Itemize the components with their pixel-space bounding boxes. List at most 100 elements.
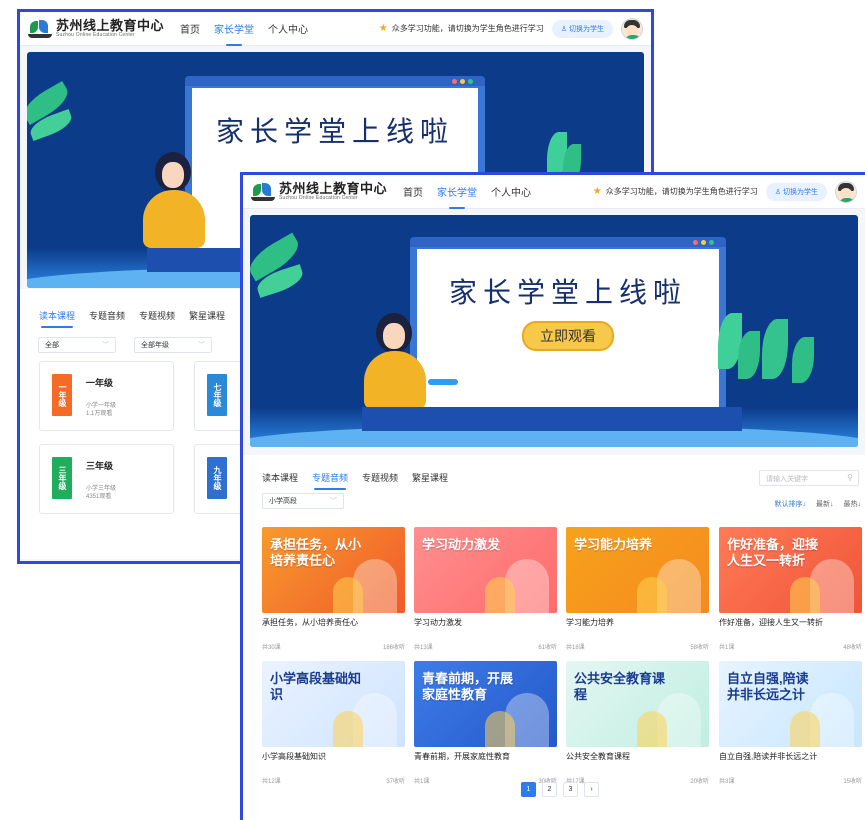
header: 苏州线上教育中心 Suzhou Online Education Center …: [20, 12, 651, 46]
tab-topic-audio[interactable]: 专题音频: [89, 309, 125, 326]
person-illustration: [637, 577, 667, 613]
switch-to-student-button[interactable]: ♙ 切换为学生: [551, 19, 613, 38]
tab-reading-courses[interactable]: 读本课程: [39, 309, 75, 328]
course-title[interactable]: 作好准备，迎接人生又一转折: [719, 617, 862, 628]
role-notice: ★ 众多学习功能，请切换为学生角色进行学习: [378, 23, 544, 34]
course-thumbnail[interactable]: 学习动力激发: [414, 527, 557, 613]
course-title[interactable]: 学习能力培养: [566, 617, 709, 628]
course-tabs: 读本课程 专题音频 专题视频 繁星课程: [243, 471, 467, 490]
course-card[interactable]: 小学高段基础知识 小学高段基础知识 共12课 37收听: [262, 661, 405, 785]
course-title[interactable]: 自立自强,陪读并非长远之计: [719, 751, 862, 762]
nav-personal-center[interactable]: 个人中心: [268, 17, 308, 40]
thumbnail-title: 公共安全教育课程: [574, 671, 666, 702]
course-title[interactable]: 承担任务，从小培养责任心: [262, 617, 405, 628]
thumbnail-title: 青春前期，开展家庭性教育: [422, 671, 514, 702]
course-thumbnail[interactable]: 作好准备，迎接人生又一转折: [719, 527, 862, 613]
course-thumbnail[interactable]: 公共安全教育课程: [566, 661, 709, 747]
course-tabs: 读本课程 专题音频 专题视频 繁星课程: [20, 309, 244, 328]
course-title[interactable]: 青春前期，开展家庭性教育: [414, 751, 557, 762]
course-card[interactable]: 承担任务，从小培养责任心 承担任务，从小培养责任心 共30课 186收听: [262, 527, 405, 651]
course-thumbnail[interactable]: 小学高段基础知识: [262, 661, 405, 747]
course-thumbnail[interactable]: 学习能力培养: [566, 527, 709, 613]
grade-name: 三年级: [86, 461, 114, 471]
grade-select[interactable]: 全部年级 ﹀: [134, 337, 212, 353]
tab-star-courses[interactable]: 繁星课程: [412, 471, 448, 488]
lesson-count: 共3课: [719, 779, 735, 785]
tab-star-courses[interactable]: 繁星课程: [189, 309, 225, 326]
course-thumbnail[interactable]: 青春前期，开展家庭性教育: [414, 661, 557, 747]
grade-card[interactable]: 三年级 三年级 小学三年级 4351观看: [39, 444, 174, 514]
course-card[interactable]: 作好准备，迎接人生又一转折 作好准备，迎接人生又一转折 共1课 48收听: [719, 527, 862, 651]
grade-cover: 一年级: [52, 374, 72, 416]
tab-topic-audio[interactable]: 专题音频: [312, 471, 348, 490]
front-window: 苏州线上教育中心 Suzhou Online Education Center …: [240, 172, 865, 820]
desk-illustration: [362, 407, 742, 431]
watch-now-button[interactable]: 立即观看: [522, 321, 614, 351]
next-page-button[interactable]: ›: [584, 782, 599, 797]
avatar[interactable]: [835, 180, 857, 203]
switch-to-student-button[interactable]: ♙ 切换为学生: [765, 182, 827, 201]
sort-hottest[interactable]: 最热↓: [844, 499, 862, 509]
search-input[interactable]: 请输入关键字 ⚲: [759, 470, 859, 486]
logo-title: 苏州线上教育中心: [279, 181, 388, 196]
course-card[interactable]: 学习能力培养 学习能力培养 共18课 58收听: [566, 527, 709, 651]
person-illustration: [485, 577, 515, 613]
sort-newest[interactable]: 最新↓: [816, 499, 834, 509]
lesson-count: 共18课: [566, 645, 585, 651]
course-section: 读本课程 专题音频 专题视频 繁星课程 请输入关键字 ⚲ 小学高段 ﹀ 默认排序↓…: [243, 455, 865, 820]
course-card[interactable]: 青春前期，开展家庭性教育青春前期，开展家庭性教育共1课30收听: [414, 661, 557, 785]
course-card[interactable]: 学习动力激发 学习动力激发 共13课 61收听: [414, 527, 557, 651]
nav-home[interactable]: 首页: [403, 180, 423, 203]
person-illustration: [333, 577, 363, 613]
course-card[interactable]: 公共安全教育课程公共安全教育课程共17课20收听: [566, 661, 709, 785]
page-1-button[interactable]: 1: [521, 782, 536, 797]
thumbnail-title: 学习动力激发: [422, 537, 501, 552]
banner[interactable]: 家长学堂上线啦 立即观看: [250, 215, 858, 447]
person-illustration: [790, 711, 820, 747]
page-3-button[interactable]: 3: [563, 782, 578, 797]
chevron-down-icon: ﹀: [198, 342, 205, 349]
grade-select[interactable]: 小学高段 ﹀: [262, 493, 344, 509]
course-title[interactable]: 小学高段基础知识: [262, 751, 405, 762]
sort-options: 默认排序↓ 最新↓ 最热↓: [775, 499, 862, 509]
page-2-button[interactable]: 2: [542, 782, 557, 797]
course-thumbnail[interactable]: 自立自强,陪读并非长远之计: [719, 661, 862, 747]
course-title[interactable]: 学习动力激发: [414, 617, 557, 628]
thumbnail-title: 作好准备，迎接人生又一转折: [727, 537, 819, 568]
avatar[interactable]: [621, 17, 643, 40]
grade-name: 一年级: [86, 378, 114, 388]
sort-default[interactable]: 默认排序↓: [775, 499, 807, 509]
main-nav: 首页 家长学堂 个人中心: [180, 17, 308, 46]
nav-personal-center[interactable]: 个人中心: [491, 180, 531, 203]
listen-count: 61收听: [538, 645, 557, 651]
listen-count: 37收听: [386, 779, 405, 785]
screen-illustration: 家长学堂上线啦 立即观看: [410, 237, 726, 425]
course-title[interactable]: 公共安全教育课程: [566, 751, 709, 762]
lesson-count: 共30课: [262, 645, 281, 651]
logo[interactable]: 苏州线上教育中心 Suzhou Online Education Center: [28, 19, 164, 38]
tab-topic-video[interactable]: 专题视频: [362, 471, 398, 488]
nav-parent-school[interactable]: 家长学堂: [437, 180, 477, 209]
thumbnail-title: 小学高段基础知识: [270, 671, 362, 702]
course-card[interactable]: 自立自强,陪读并非长远之计 自立自强,陪读并非长远之计 共3课 15收听: [719, 661, 862, 785]
thumbnail-title: 学习能力培养: [574, 537, 653, 552]
grade-cover: 七年级: [207, 374, 227, 416]
header: 苏州线上教育中心 Suzhou Online Education Center …: [243, 175, 865, 209]
person-illustration: [790, 577, 820, 613]
nav-home[interactable]: 首页: [180, 17, 200, 40]
thumbnail-title: 承担任务，从小培养责任心: [270, 537, 362, 568]
grade-card[interactable]: 一年级 一年级 小学一年级 1.1万观看: [39, 361, 174, 431]
lesson-count: 共12课: [262, 779, 281, 785]
listen-count: 15收听: [843, 779, 862, 785]
logo[interactable]: 苏州线上教育中心 Suzhou Online Education Center: [251, 182, 387, 201]
tab-reading-courses[interactable]: 读本课程: [262, 471, 298, 488]
search-icon[interactable]: ⚲: [847, 473, 853, 482]
lesson-count: 共1课: [719, 645, 735, 651]
course-thumbnail[interactable]: 承担任务，从小培养责任心: [262, 527, 405, 613]
banner-title: 家长学堂上线啦: [215, 116, 454, 147]
chevron-down-icon: ﹀: [330, 498, 337, 505]
chevron-down-icon: ﹀: [102, 342, 109, 349]
category-select[interactable]: 全部 ﹀: [38, 337, 116, 353]
tab-topic-video[interactable]: 专题视频: [139, 309, 175, 326]
nav-parent-school[interactable]: 家长学堂: [214, 17, 254, 46]
